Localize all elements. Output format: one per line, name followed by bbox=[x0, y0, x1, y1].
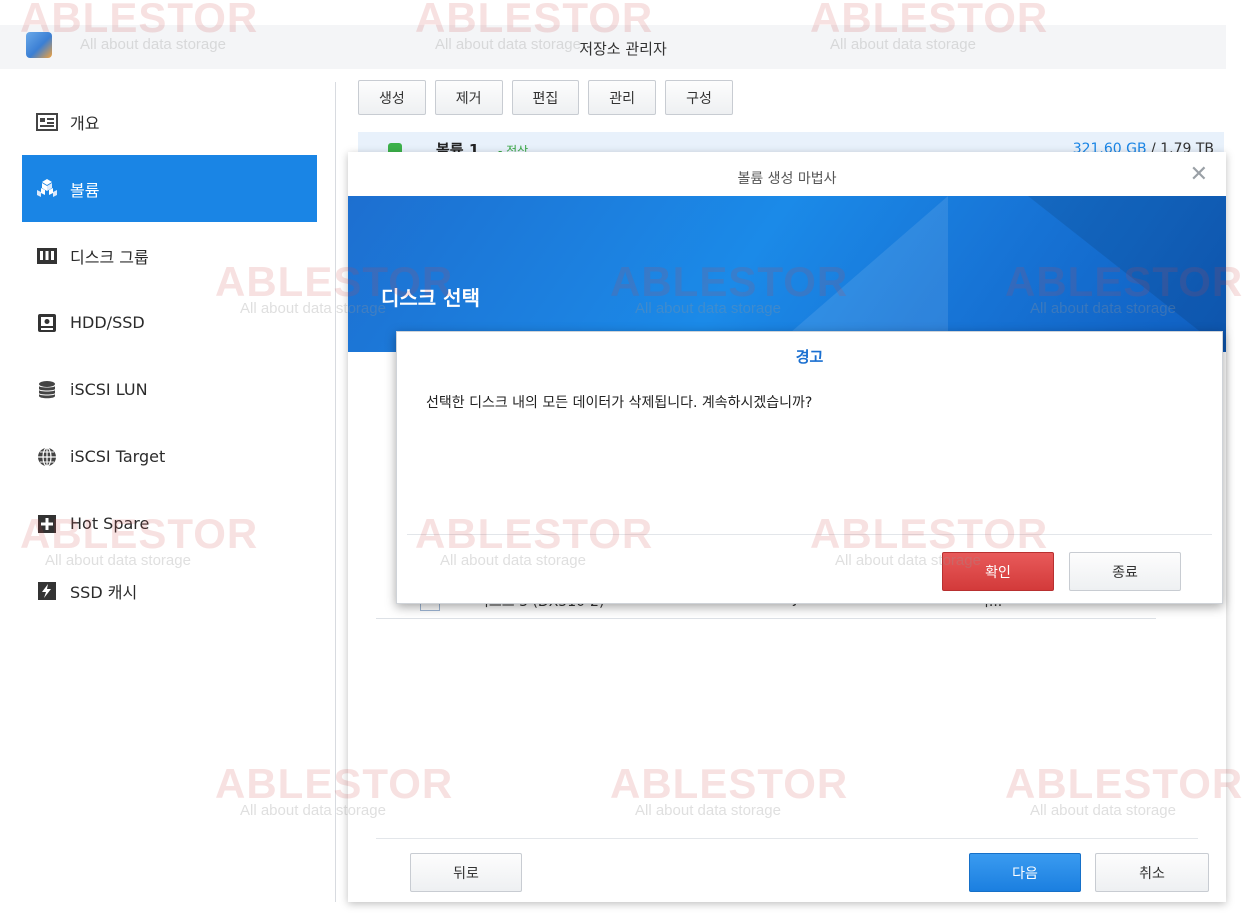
sidebar-item-volume[interactable]: 볼륨 bbox=[22, 155, 317, 222]
database-icon bbox=[36, 379, 58, 401]
sidebar-item-hdd-ssd[interactable]: HDD/SSD bbox=[22, 289, 317, 356]
warning-dialog: 경고 선택한 디스크 내의 모든 데이터가 삭제됩니다. 계속하시겠습니까? 확… bbox=[396, 331, 1223, 604]
ssd-cache-icon bbox=[36, 580, 58, 602]
configure-button[interactable]: 구성 bbox=[665, 80, 733, 115]
disk-group-icon bbox=[36, 245, 58, 267]
next-button[interactable]: 다음 bbox=[969, 853, 1081, 892]
wizard-banner bbox=[348, 196, 1226, 352]
remove-button[interactable]: 제거 bbox=[434, 80, 503, 115]
close-icon[interactable]: ✕ bbox=[1190, 162, 1208, 187]
sidebar-divider bbox=[335, 82, 336, 902]
hdd-icon bbox=[36, 312, 58, 334]
sidebar-item-label: iSCSI LUN bbox=[70, 380, 148, 399]
sidebar-item-iscsi-lun[interactable]: iSCSI LUN bbox=[22, 356, 317, 423]
banner-decoration bbox=[768, 196, 948, 352]
manage-button[interactable]: 관리 bbox=[588, 80, 657, 115]
sidebar-item-overview[interactable]: 개요 bbox=[22, 88, 317, 155]
warning-message: 선택한 디스크 내의 모든 데이터가 삭제됩니다. 계속하시겠습니까? bbox=[426, 395, 813, 411]
warning-title: 경고 bbox=[795, 348, 824, 366]
edit-button[interactable]: 편집 bbox=[511, 80, 580, 115]
sidebar-item-hot-spare[interactable]: Hot Spare bbox=[22, 490, 317, 557]
back-button[interactable]: 뒤로 bbox=[410, 853, 522, 892]
overview-icon bbox=[36, 111, 58, 133]
confirm-button[interactable]: 확인 bbox=[942, 552, 1054, 591]
close-button[interactable]: 종료 bbox=[1069, 552, 1181, 591]
sidebar-item-label: 디스크 그룹 bbox=[70, 247, 149, 267]
hot-spare-icon bbox=[36, 513, 58, 535]
toolbar: 생성 제거 편집 관리 구성 bbox=[358, 80, 733, 115]
sidebar-item-iscsi-target[interactable]: iSCSI Target bbox=[22, 423, 317, 490]
sidebar-item-label: 볼륨 bbox=[70, 180, 100, 200]
sidebar: 개요 볼륨 디스크 그룹 HDD/SSD iSCSI LUN iSCSI Tar… bbox=[22, 88, 317, 624]
window-title: 저장소 관리자 bbox=[579, 40, 667, 58]
volume-icon bbox=[36, 178, 58, 200]
wizard-step-title: 디스크 선택 bbox=[381, 286, 480, 310]
sidebar-item-label: iSCSI Target bbox=[70, 447, 166, 466]
globe-icon bbox=[36, 446, 58, 468]
warning-divider bbox=[407, 534, 1212, 535]
sidebar-item-label: Hot Spare bbox=[70, 514, 150, 533]
wizard-title: 볼륨 생성 마법사 bbox=[737, 171, 837, 187]
cancel-button[interactable]: 취소 bbox=[1095, 853, 1209, 892]
sidebar-item-ssd-cache[interactable]: SSD 캐시 bbox=[22, 557, 317, 624]
sidebar-item-label: HDD/SSD bbox=[70, 313, 145, 332]
sidebar-item-disk-group[interactable]: 디스크 그룹 bbox=[22, 222, 317, 289]
wizard-footer-divider bbox=[376, 838, 1198, 839]
sidebar-item-label: SSD 캐시 bbox=[70, 582, 138, 602]
sidebar-item-label: 개요 bbox=[70, 113, 100, 133]
create-button[interactable]: 생성 bbox=[358, 80, 426, 115]
banner-decoration bbox=[1028, 196, 1226, 352]
